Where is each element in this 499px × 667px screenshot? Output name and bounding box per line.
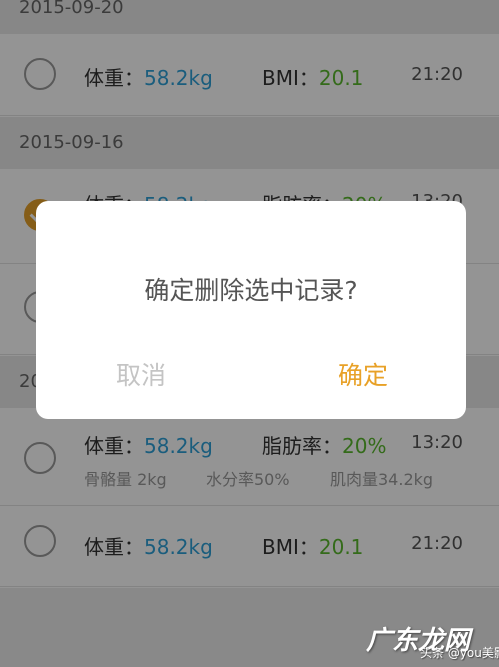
watermark-logo: 广东龙网 头条 @you美影 — [366, 620, 499, 664]
confirm-button[interactable]: 确定 — [338, 356, 388, 392]
cancel-button[interactable]: 取消 — [116, 356, 166, 392]
confirm-delete-dialog: 确定删除选中记录? 取消 确定 — [36, 201, 466, 419]
watermark-caption: 头条 @you美影 — [420, 646, 499, 660]
dialog-message: 确定删除选中记录? — [144, 276, 358, 305]
